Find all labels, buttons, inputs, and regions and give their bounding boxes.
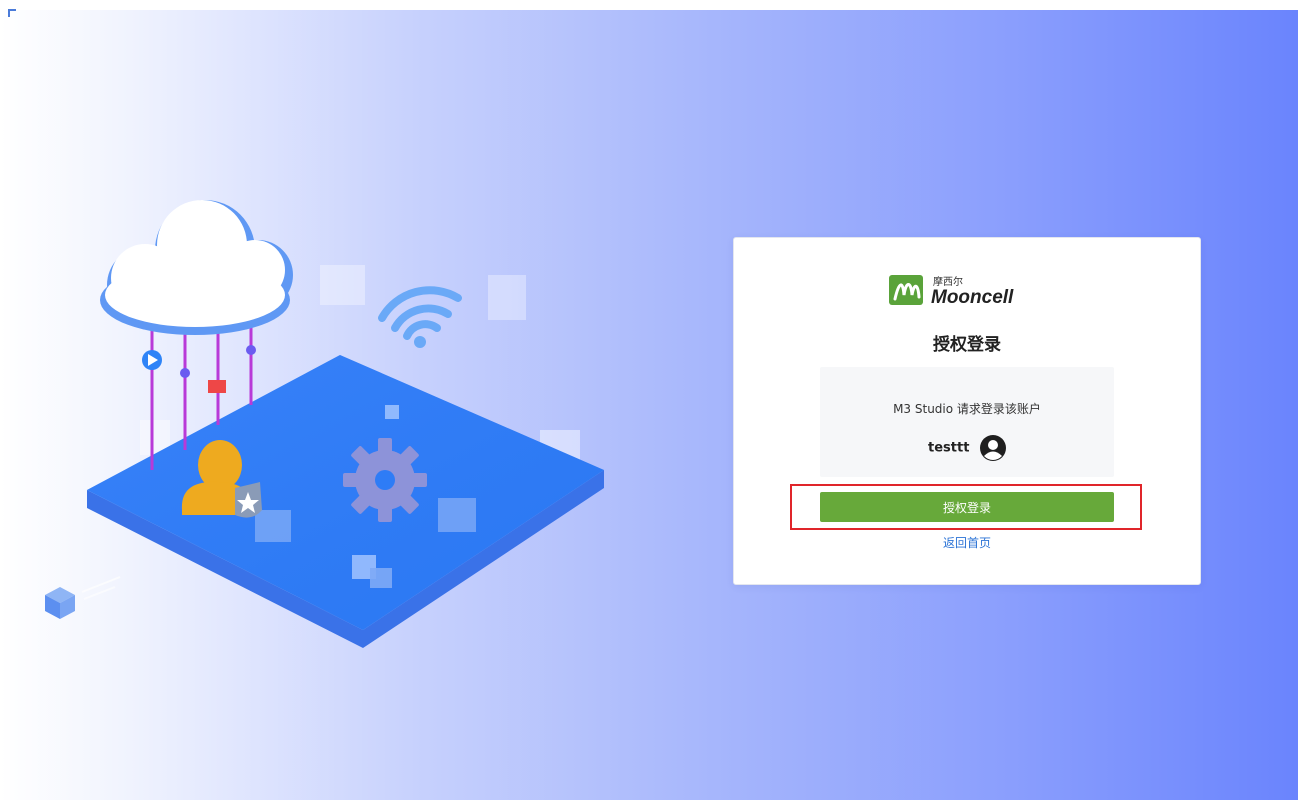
authorize-login-button[interactable]: 授权登录 (820, 492, 1114, 522)
login-illustration (45, 200, 604, 648)
username: testtt (928, 440, 970, 456)
login-request-text: M3 Studio 请求登录该账户 (893, 402, 1041, 416)
mooncell-logo: 摩西尔 Mooncell (889, 275, 1014, 308)
brand-name: Mooncell (931, 287, 1014, 308)
auth-login-card: 摩西尔 Mooncell 授权登录 M3 Studio 请求登录该账户 test… (733, 237, 1201, 585)
page-title: 授权登录 (933, 335, 1001, 355)
account-info-box: M3 Studio 请求登录该账户 testtt (820, 367, 1114, 477)
user-circle-icon (979, 435, 1006, 461)
back-to-home-link[interactable]: 返回首页 (734, 534, 1200, 551)
corner-mark (8, 9, 16, 17)
account-row: testtt (820, 435, 1114, 461)
